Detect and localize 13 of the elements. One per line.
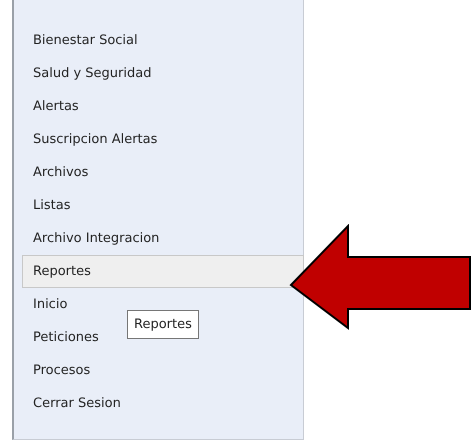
menu-item[interactable]: Cerrar Sesion (33, 387, 121, 420)
menu-item[interactable]: Suscripcion Alertas (33, 123, 158, 156)
menu-item[interactable]: Bienestar Social (33, 24, 138, 57)
menu-item[interactable]: Archivo Integracion (33, 222, 160, 255)
menu-item[interactable]: Peticiones (33, 321, 99, 354)
menu-item[interactable]: Archivos (33, 156, 88, 189)
menu-item[interactable]: Reportes (22, 255, 304, 288)
menu-item[interactable]: Salud y Seguridad (33, 57, 152, 90)
tooltip: Reportes (127, 310, 199, 339)
menu-item[interactable]: Procesos (33, 354, 90, 387)
menu-item[interactable]: Listas (33, 189, 70, 222)
menu-item[interactable]: Alertas (33, 90, 79, 123)
menu-item[interactable]: Inicio (33, 288, 68, 321)
